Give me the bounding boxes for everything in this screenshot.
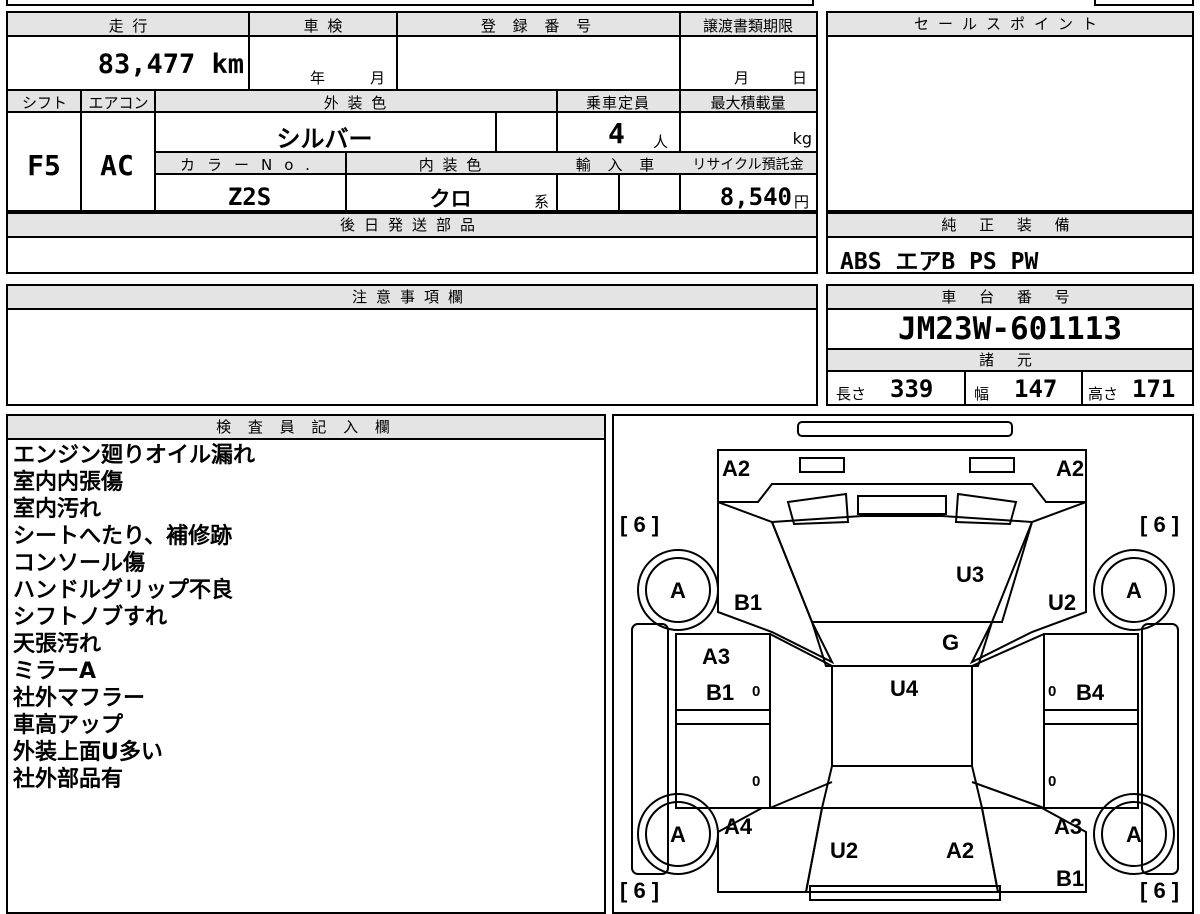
wheel-rear-right: A xyxy=(1126,822,1142,847)
recycle-label: リサイクル預託金 xyxy=(692,157,804,173)
max-load-unit: kg xyxy=(792,129,812,148)
interior-color-label: 内 装 色 xyxy=(418,156,484,174)
notes-panel: 注意事項欄 xyxy=(6,284,818,406)
wheel-front-right: A xyxy=(1126,578,1142,603)
mileage-label: 走 行 xyxy=(108,17,150,35)
specs-label: 諸 元 xyxy=(828,350,1192,372)
inspector-note: ハンドルグリップ不良 xyxy=(13,578,234,603)
roof: U4 xyxy=(890,676,919,701)
transfer-month-unit: 月 xyxy=(734,69,750,87)
sales-point-panel: セールスポイント xyxy=(826,11,1194,212)
bumper-front-right: A2 xyxy=(1056,456,1084,481)
interior-color-suffix: 系 xyxy=(534,193,550,211)
later-parts-label: 後日発送部品 xyxy=(8,214,816,238)
top-strip-right xyxy=(1094,0,1194,6)
inspector-note: コンソール傷 xyxy=(13,551,146,576)
fender-left: B1 xyxy=(734,590,762,615)
inspector-note: ミラーA xyxy=(13,659,97,684)
chassis-label: 車 台 番 号 xyxy=(828,286,1192,310)
capacity-label: 乗車定員 xyxy=(585,94,650,112)
standard-equipment-value: ABS エアB PS PW xyxy=(840,249,1039,275)
fender-right: U2 xyxy=(1048,590,1076,615)
inspector-note: シフトノブすれ xyxy=(13,605,168,630)
inspector-note: シートへたり、補修跡 xyxy=(13,524,233,549)
interior-color-value: クロ xyxy=(429,187,472,211)
door-left-mark: 0 xyxy=(752,683,760,700)
length-value: 339 xyxy=(890,375,934,403)
door-left-a: A3 xyxy=(702,644,730,669)
later-parts-panel: 後日発送部品 xyxy=(6,212,818,274)
length-label: 長さ xyxy=(836,385,867,403)
inspector-note: 社外部品有 xyxy=(13,767,124,792)
sales-point-label: セールスポイント xyxy=(828,13,1192,37)
chassis-number: JM23W-601113 xyxy=(898,311,1122,347)
chassis-panel: 車 台 番 号 JM23W-601113 諸 元 長さ 339 幅 147 高さ… xyxy=(826,284,1194,406)
registration-label: 登 録 番 号 xyxy=(480,17,598,35)
back-door-left: U2 xyxy=(830,838,858,863)
inspector-note: 社外マフラー xyxy=(13,686,146,711)
windshield: G xyxy=(942,630,959,655)
height-label: 高さ xyxy=(1088,385,1119,403)
height-value: 171 xyxy=(1132,375,1176,403)
wheel-rear-left: A xyxy=(670,822,686,847)
inspector-note: エンジン廻りオイル漏れ xyxy=(13,443,256,468)
inspector-note: 外装上面U多い xyxy=(13,740,163,765)
import-label: 輸 入 車 xyxy=(575,156,661,174)
inspection-month-unit: 月 xyxy=(370,69,386,87)
inspector-note: 車高アップ xyxy=(13,713,124,738)
ac-value: AC xyxy=(100,149,134,182)
transfer-deadline-label: 譲渡書類期限 xyxy=(702,17,793,35)
tire-right-bottom: [ 6 ] xyxy=(1140,878,1179,903)
top-strip xyxy=(6,0,814,6)
width-label: 幅 xyxy=(974,385,990,403)
tire-left-bottom: [ 6 ] xyxy=(620,878,659,903)
inspector-note: 天張汚れ xyxy=(13,632,102,657)
back-door-right: A2 xyxy=(946,838,974,863)
quarter-left: A4 xyxy=(724,814,753,839)
recycle-unit: 円 xyxy=(794,193,810,211)
inspector-note: 室内汚れ xyxy=(13,497,102,522)
door-right-b: B4 xyxy=(1076,680,1105,705)
rear-right-b: B1 xyxy=(1056,866,1084,891)
ac-label: エアコン xyxy=(88,94,149,112)
door-left-b: B1 xyxy=(706,680,734,705)
bumper-front-left: A2 xyxy=(722,456,750,481)
inspection-label: 車 検 xyxy=(303,17,345,35)
recycle-value: 8,540 xyxy=(719,183,792,211)
car-diagram-panel: [ 6 ] [ 6 ] [ 6 ] [ 6 ] A A A A A2 A2 B1… xyxy=(612,414,1194,914)
capacity-value: 4 xyxy=(608,117,625,150)
notes-label: 注意事項欄 xyxy=(8,286,816,310)
shift-value: F5 xyxy=(27,149,61,182)
capacity-unit: 人 xyxy=(653,133,669,151)
max-load-label: 最大積載量 xyxy=(710,94,786,112)
inspector-panel: 検 査 員 記 入 欄 エンジン廻りオイル漏れ 室内内張傷 室内汚れ シートへた… xyxy=(6,414,606,914)
bonnet: U3 xyxy=(956,562,984,587)
inspector-notes-list: エンジン廻りオイル漏れ 室内内張傷 室内汚れ シートへたり、補修跡 コンソール傷… xyxy=(13,442,255,793)
tire-left-top: [ 6 ] xyxy=(620,512,659,537)
vehicle-info-table: 走 行 車 検 登 録 番 号 譲渡書類期限 83,477 km 年 月 月 日… xyxy=(6,11,818,214)
color-no-label: カラーNo. xyxy=(180,156,322,174)
wheel-front-left: A xyxy=(670,578,686,603)
shift-label: シフト xyxy=(21,94,67,112)
inspector-note: 室内内張傷 xyxy=(13,470,124,495)
transfer-day-unit: 日 xyxy=(792,69,808,87)
tire-right-top: [ 6 ] xyxy=(1140,512,1179,537)
exterior-color-value: シルバー xyxy=(276,125,373,153)
rear-door-right-mark: 0 xyxy=(1048,773,1056,790)
quarter-right: A3 xyxy=(1054,814,1082,839)
car-diagram: [ 6 ] [ 6 ] [ 6 ] [ 6 ] A A A A A2 A2 B1… xyxy=(620,421,1179,903)
color-no-value: Z2S xyxy=(227,183,272,211)
standard-equipment-panel: 純 正 装 備 ABS エアB PS PW xyxy=(826,212,1194,275)
standard-equipment-label: 純 正 装 備 xyxy=(828,214,1192,238)
mileage-value: 83,477 km xyxy=(97,49,244,80)
door-right-mark: 0 xyxy=(1048,683,1056,700)
width-value: 147 xyxy=(1014,375,1058,403)
exterior-color-label: 外 装 色 xyxy=(323,94,389,112)
inspector-label: 検 査 員 記 入 欄 xyxy=(8,416,604,440)
rear-door-left-mark: 0 xyxy=(752,773,760,790)
inspection-year-unit: 年 xyxy=(310,69,326,87)
